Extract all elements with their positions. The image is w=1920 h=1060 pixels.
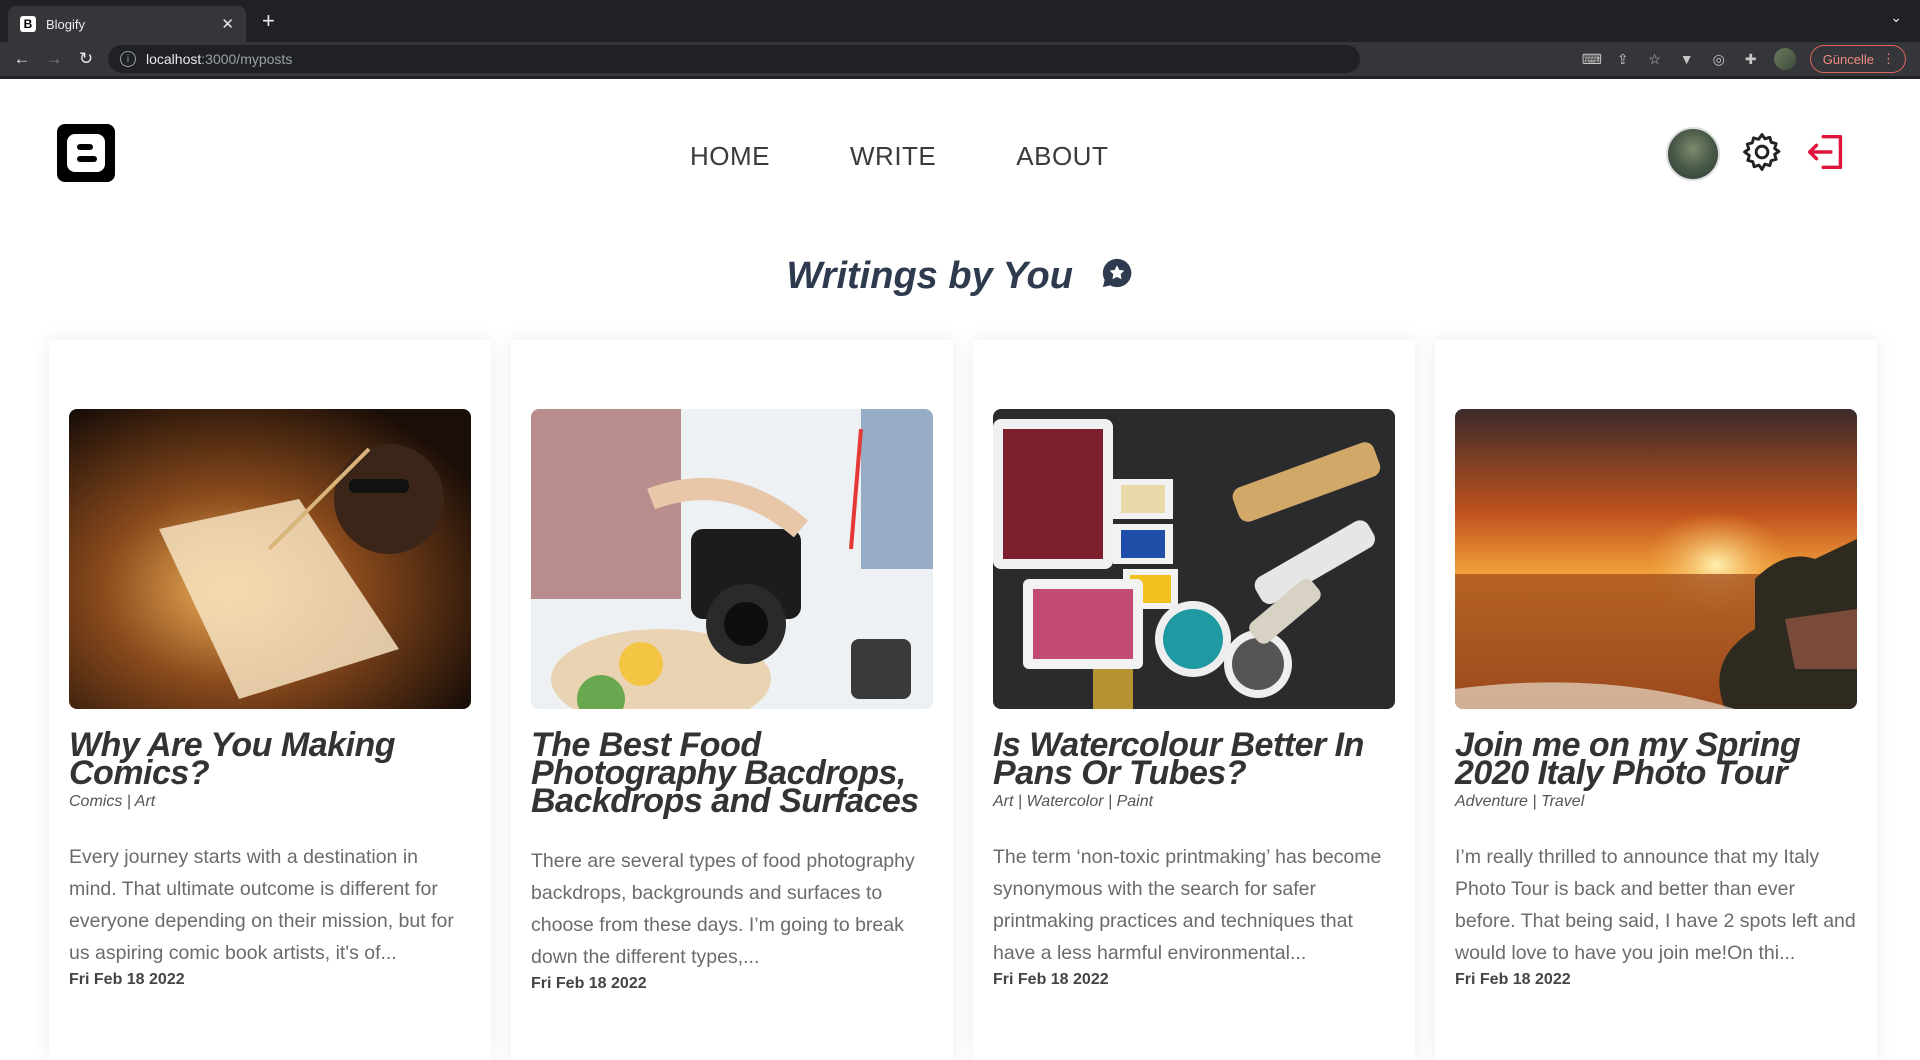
update-label: Güncelle — [1822, 51, 1874, 67]
reload-icon[interactable]: ↻ — [70, 49, 102, 69]
logout-icon[interactable] — [1804, 129, 1850, 180]
post-title[interactable]: Why Are You Making Comics? — [69, 728, 471, 790]
post-list: Why Are You Making Comics? Comics | Art … — [49, 340, 1877, 1060]
post-date: Fri Feb 18 2022 — [531, 975, 647, 992]
post-excerpt: I’m really thrilled to announce that my … — [1455, 846, 1856, 964]
extension-v-icon[interactable]: ▼ — [1678, 51, 1696, 67]
post-card[interactable]: The Best Food Photography Bacdrops, Back… — [511, 340, 953, 1060]
url-host: localhost — [146, 51, 202, 67]
close-tab-icon[interactable]: ✕ — [221, 15, 234, 33]
post-date: Fri Feb 18 2022 — [993, 971, 1109, 988]
page-title: Writings by You — [0, 255, 1920, 300]
favicon-icon: B — [20, 16, 36, 32]
nav-home[interactable]: HOME — [690, 141, 770, 172]
browser-tab-bar: B Blogify ✕ + ⌄ — [0, 0, 1920, 42]
main-nav: HOME WRITE ABOUT — [690, 141, 1108, 172]
post-title[interactable]: Join me on my Spring 2020 Italy Photo To… — [1455, 728, 1857, 790]
post-excerpt: Every journey starts with a destination … — [69, 846, 454, 964]
post-categories: Adventure | Travel — [1455, 793, 1585, 810]
share-icon[interactable]: ⇪ — [1614, 51, 1632, 68]
post-title[interactable]: The Best Food Photography Bacdrops, Back… — [531, 728, 933, 818]
chat-star-icon — [1100, 256, 1134, 300]
page-title-text: Writings by You — [786, 255, 1073, 297]
new-tab-icon[interactable]: + — [262, 8, 275, 34]
back-icon[interactable]: ← — [6, 49, 38, 69]
bookmark-star-icon[interactable]: ☆ — [1646, 51, 1664, 68]
post-card[interactable]: Why Are You Making Comics? Comics | Art … — [49, 340, 491, 1060]
post-excerpt: The term ‘non-toxic printmaking’ has bec… — [993, 846, 1382, 964]
nav-about[interactable]: ABOUT — [1016, 141, 1108, 172]
post-card[interactable]: Join me on my Spring 2020 Italy Photo To… — [1435, 340, 1877, 1060]
post-categories: Art | Watercolor | Paint — [993, 793, 1154, 810]
post-image-food-photography[interactable] — [531, 409, 933, 709]
user-avatar[interactable] — [1666, 127, 1720, 181]
translate-icon[interactable]: ⌨ — [1582, 51, 1602, 68]
blogify-logo[interactable] — [57, 124, 115, 182]
header-actions — [1666, 127, 1850, 181]
browser-toolbar: ← → ↻ i localhost:3000/myposts ⌨ ⇪ ☆ ▼ ◎… — [0, 42, 1920, 79]
post-excerpt: There are several types of food photogra… — [531, 850, 915, 968]
post-date: Fri Feb 18 2022 — [1455, 971, 1571, 988]
gear-icon[interactable] — [1740, 130, 1784, 179]
post-card[interactable]: Is Watercolour Better In Pans Or Tubes? … — [973, 340, 1415, 1060]
nav-write[interactable]: WRITE — [850, 141, 936, 172]
menu-dots-icon: ⋮ — [1882, 51, 1895, 66]
post-date: Fri Feb 18 2022 — [69, 971, 185, 988]
tab-search-icon[interactable]: ⌄ — [1890, 9, 1902, 26]
site-header: HOME WRITE ABOUT — [0, 79, 1920, 249]
url-path: :3000/myposts — [201, 51, 293, 67]
tab-title: Blogify — [46, 16, 86, 32]
post-image-watercolour[interactable] — [993, 409, 1395, 709]
site-info-icon[interactable]: i — [120, 51, 136, 67]
extensions-puzzle-icon[interactable]: ✚ — [1742, 51, 1760, 68]
profile-avatar[interactable] — [1773, 48, 1796, 70]
toolbar-actions: ⌨ ⇪ ☆ ▼ ◎ ✚ Güncelle ⋮ — [1582, 45, 1906, 73]
forward-icon[interactable]: → — [38, 49, 70, 69]
post-categories: Comics | Art — [69, 793, 156, 810]
post-image-comics[interactable] — [69, 409, 471, 709]
browser-tab[interactable]: B Blogify ✕ — [8, 6, 246, 42]
post-image-italy-sunset[interactable] — [1455, 409, 1857, 709]
extension-circle-icon[interactable]: ◎ — [1710, 51, 1728, 68]
update-button[interactable]: Güncelle ⋮ — [1809, 45, 1906, 73]
address-bar[interactable]: i localhost:3000/myposts — [108, 45, 1360, 73]
post-title[interactable]: Is Watercolour Better In Pans Or Tubes? — [993, 728, 1395, 790]
